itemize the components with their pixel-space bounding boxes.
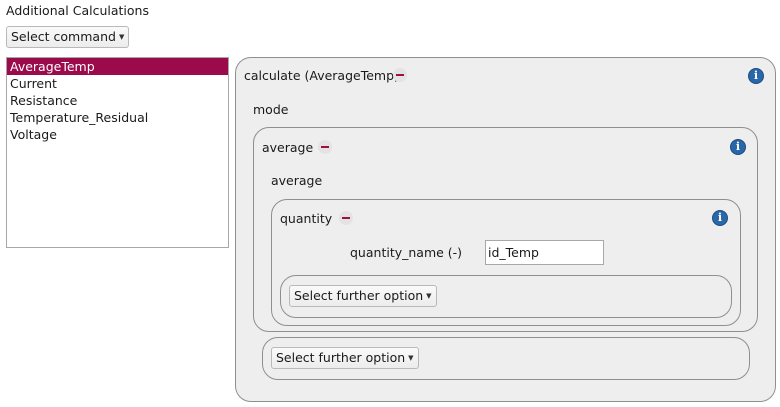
list-item-temperature-residual[interactable]: Temperature_Residual xyxy=(7,109,228,126)
average-info-icon[interactable]: i xyxy=(730,139,746,155)
minus-icon xyxy=(321,146,329,148)
select-command-label: Select command xyxy=(11,29,116,44)
remove-calculate-button[interactable] xyxy=(393,68,407,82)
quantity-info-icon[interactable]: i xyxy=(712,210,728,226)
calculate-info-icon[interactable]: i xyxy=(748,68,764,84)
section-title: Additional Calculations xyxy=(6,3,149,18)
average-sub-label: average xyxy=(271,173,323,188)
select-command-dropdown[interactable]: Select command ▼ xyxy=(6,26,130,48)
average-select-further-option-label: Select further option xyxy=(276,350,406,365)
chevron-down-icon: ▼ xyxy=(426,292,432,300)
command-list[interactable]: AverageTemp Current Resistance Temperatu… xyxy=(6,57,229,248)
quantity-name-input[interactable] xyxy=(485,240,604,265)
average-select-further-option-dropdown[interactable]: Select further option ▼ xyxy=(271,347,419,369)
list-item-voltage[interactable]: Voltage xyxy=(7,126,228,143)
chevron-down-icon: ▼ xyxy=(118,33,125,41)
minus-icon xyxy=(342,217,350,219)
chevron-down-icon: ▼ xyxy=(408,354,414,362)
mode-label: mode xyxy=(253,102,289,117)
average-label: average xyxy=(262,140,314,155)
minus-icon xyxy=(396,74,404,76)
list-item-resistance[interactable]: Resistance xyxy=(7,92,228,109)
quantity-select-further-option-label: Select further option xyxy=(294,288,424,303)
quantity-name-label: quantity_name (-) xyxy=(350,245,463,260)
quantity-select-further-option-dropdown[interactable]: Select further option ▼ xyxy=(289,285,437,307)
calculate-label: calculate (AverageTemp) xyxy=(244,68,399,83)
list-item-averagetemp[interactable]: AverageTemp xyxy=(7,58,228,75)
list-item-current[interactable]: Current xyxy=(7,75,228,92)
remove-average-button[interactable] xyxy=(318,140,332,154)
quantity-label: quantity xyxy=(280,211,333,226)
remove-quantity-button[interactable] xyxy=(339,211,353,225)
